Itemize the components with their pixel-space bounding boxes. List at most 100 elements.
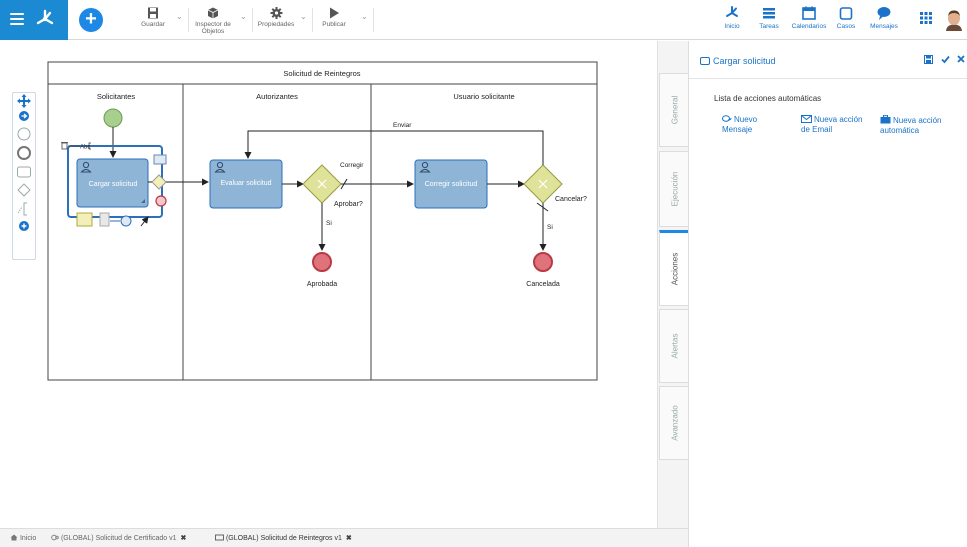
object-inspector-button[interactable]: Inspector de Objetos: [190, 6, 236, 36]
save-icon[interactable]: [924, 55, 933, 64]
cube-icon: [207, 7, 219, 19]
quick-add-task-icon[interactable]: [153, 154, 167, 165]
end-event-cancelada[interactable]: [533, 252, 553, 272]
connect-tool-icon[interactable]: [19, 111, 29, 121]
close-icon[interactable]: [957, 55, 965, 63]
gateway-aprobar-label: Aprobar?: [334, 201, 363, 208]
nav-inicio-label: Inicio: [724, 23, 740, 30]
annotation-tool-icon[interactable]: [17, 202, 27, 216]
home-tab-label: Inicio: [19, 535, 37, 542]
element-palette: [12, 92, 36, 260]
inspector-label-2: Objetos: [201, 28, 225, 35]
task-corregir-label: Corregir solicitud: [425, 181, 478, 188]
nav-inicio[interactable]: Inicio: [720, 5, 744, 37]
brand-block: [0, 0, 68, 40]
tab-alertas-label: Alertas: [670, 333, 679, 359]
gateway-tool-icon[interactable]: [17, 183, 31, 197]
quick-add-document-icon[interactable]: [99, 212, 110, 227]
user-avatar[interactable]: [944, 9, 964, 31]
gateway-cancelar-label: Cancelar?: [555, 196, 587, 203]
publish-dropdown-chevron-icon[interactable]: ⌄: [361, 12, 371, 22]
new-auto-label-1: Nueva acción: [893, 116, 942, 125]
tab-general[interactable]: General: [659, 73, 689, 147]
inspector-dropdown-chevron-icon[interactable]: ⌄: [240, 12, 250, 22]
task-tool-icon[interactable]: [17, 166, 31, 178]
top-toolbar: + Guardar ⌄ Inspector de Objetos ⌄ Propi…: [0, 0, 967, 40]
message-bubbles-icon: [722, 115, 732, 122]
nav-calendarios-label: Calendarios: [791, 23, 827, 30]
start-event-tool-icon[interactable]: [17, 127, 31, 141]
task-evaluar-label: Evaluar solicitud: [221, 180, 272, 187]
envelope-icon: [801, 115, 812, 123]
home-tab[interactable]: Inicio: [10, 534, 36, 542]
confirm-check-icon[interactable]: [941, 55, 950, 64]
properties-tabs: General Ejecución Acciones Alertas Avanz…: [657, 41, 689, 528]
nav-casos[interactable]: Casos: [835, 5, 857, 37]
close-tab-icon[interactable]: ✖: [181, 535, 187, 542]
doc-tab-certificado-label: (GLOBAL) Solicitud de Certificado v1: [60, 535, 177, 542]
quick-add-end-event-icon[interactable]: [155, 195, 167, 207]
tab-alertas[interactable]: Alertas: [659, 309, 689, 383]
new-email-action-link[interactable]: Nueva acción de Email: [801, 115, 862, 135]
cases-icon: [839, 7, 853, 20]
properties-panel: Cargar solicitud Lista de acciones autom…: [688, 41, 967, 547]
properties-button[interactable]: Propiedades: [254, 6, 298, 36]
end-event-tool-icon[interactable]: [17, 146, 31, 160]
new-message-link[interactable]: Nuevo Mensaje: [722, 115, 757, 135]
panel-header: Cargar solicitud: [689, 41, 967, 79]
quick-add-data-object-icon[interactable]: [76, 212, 93, 227]
toolbar-divider: [252, 8, 253, 32]
flow-si-label-2: Si: [547, 224, 553, 231]
tasks-icon: [763, 8, 775, 19]
tab-ejecucion[interactable]: Ejecución: [659, 151, 689, 227]
save-button[interactable]: Guardar: [138, 6, 168, 36]
calendar-icon: [802, 6, 816, 20]
nav-tareas[interactable]: Tareas: [755, 5, 783, 37]
gear-icon: [270, 7, 282, 19]
apps-grid-icon[interactable]: [920, 12, 932, 24]
tab-avanzado[interactable]: Avanzado: [659, 386, 689, 460]
task-cargar-solicitud[interactable]: Cargar solicitud: [76, 158, 149, 208]
task-evaluar-solicitud[interactable]: Evaluar solicitud: [209, 159, 283, 209]
panel-subtitle: Lista de acciones automáticas: [714, 94, 822, 103]
doc-tab-certificado[interactable]: (GLOBAL) Solicitud de Certificado v1 ✖: [51, 534, 186, 542]
task-icon: [700, 57, 710, 65]
end-aprobada-label: Aprobada: [307, 281, 337, 288]
process-diagram[interactable]: Solicitud de Reintegros Solicitantes Aut…: [0, 41, 657, 528]
nav-casos-label: Casos: [836, 23, 856, 30]
home-logo-icon: [726, 6, 738, 17]
tab-general-label: General: [670, 95, 679, 125]
process-box-icon: [215, 534, 224, 541]
start-event[interactable]: [103, 108, 123, 128]
new-automatic-action-link[interactable]: Nueva acción automática: [880, 115, 941, 136]
tab-acciones-label: Acciones: [670, 252, 679, 286]
nav-calendarios[interactable]: Calendarios: [788, 5, 830, 37]
save-label: Guardar: [141, 21, 165, 28]
properties-dropdown-chevron-icon[interactable]: ⌄: [300, 12, 310, 22]
doc-tab-reintegros[interactable]: (GLOBAL) Solicitud de Reintegros v1 ✖: [215, 534, 352, 542]
nav-mensajes[interactable]: Mensajes: [869, 5, 899, 37]
properties-label: Propiedades: [257, 21, 295, 28]
tab-avanzado-label: Avanzado: [670, 405, 679, 441]
add-button[interactable]: +: [79, 8, 103, 32]
task-cargar-label: Cargar solicitud: [89, 181, 138, 188]
end-event-aprobada[interactable]: [312, 252, 332, 272]
more-tools-icon[interactable]: [19, 221, 29, 231]
task-corregir-solicitud[interactable]: Corregir solicitud: [414, 159, 488, 209]
inspector-label-1: Inspector de: [195, 21, 231, 28]
app-logo-icon[interactable]: [34, 9, 56, 29]
close-tab-icon[interactable]: ✖: [346, 535, 352, 542]
diagram-canvas[interactable]: Solicitud de Reintegros Solicitantes Aut…: [0, 41, 657, 528]
home-icon: [10, 534, 18, 541]
publish-button[interactable]: Publicar: [318, 6, 350, 36]
new-email-label-1: Nueva acción: [814, 115, 863, 124]
save-dropdown-chevron-icon[interactable]: ⌄: [176, 12, 186, 22]
flow-enviar-label: Enviar: [393, 122, 412, 129]
doc-tab-reintegros-label: (GLOBAL) Solicitud de Reintegros v1: [225, 535, 342, 542]
quick-add-event-icon[interactable]: [120, 215, 132, 227]
move-tool-icon[interactable]: [17, 94, 31, 108]
briefcase-icon: [880, 115, 891, 124]
chat-bubble-icon: [877, 7, 891, 20]
hamburger-menu-icon[interactable]: [10, 13, 24, 25]
tab-acciones[interactable]: Acciones: [659, 230, 689, 306]
